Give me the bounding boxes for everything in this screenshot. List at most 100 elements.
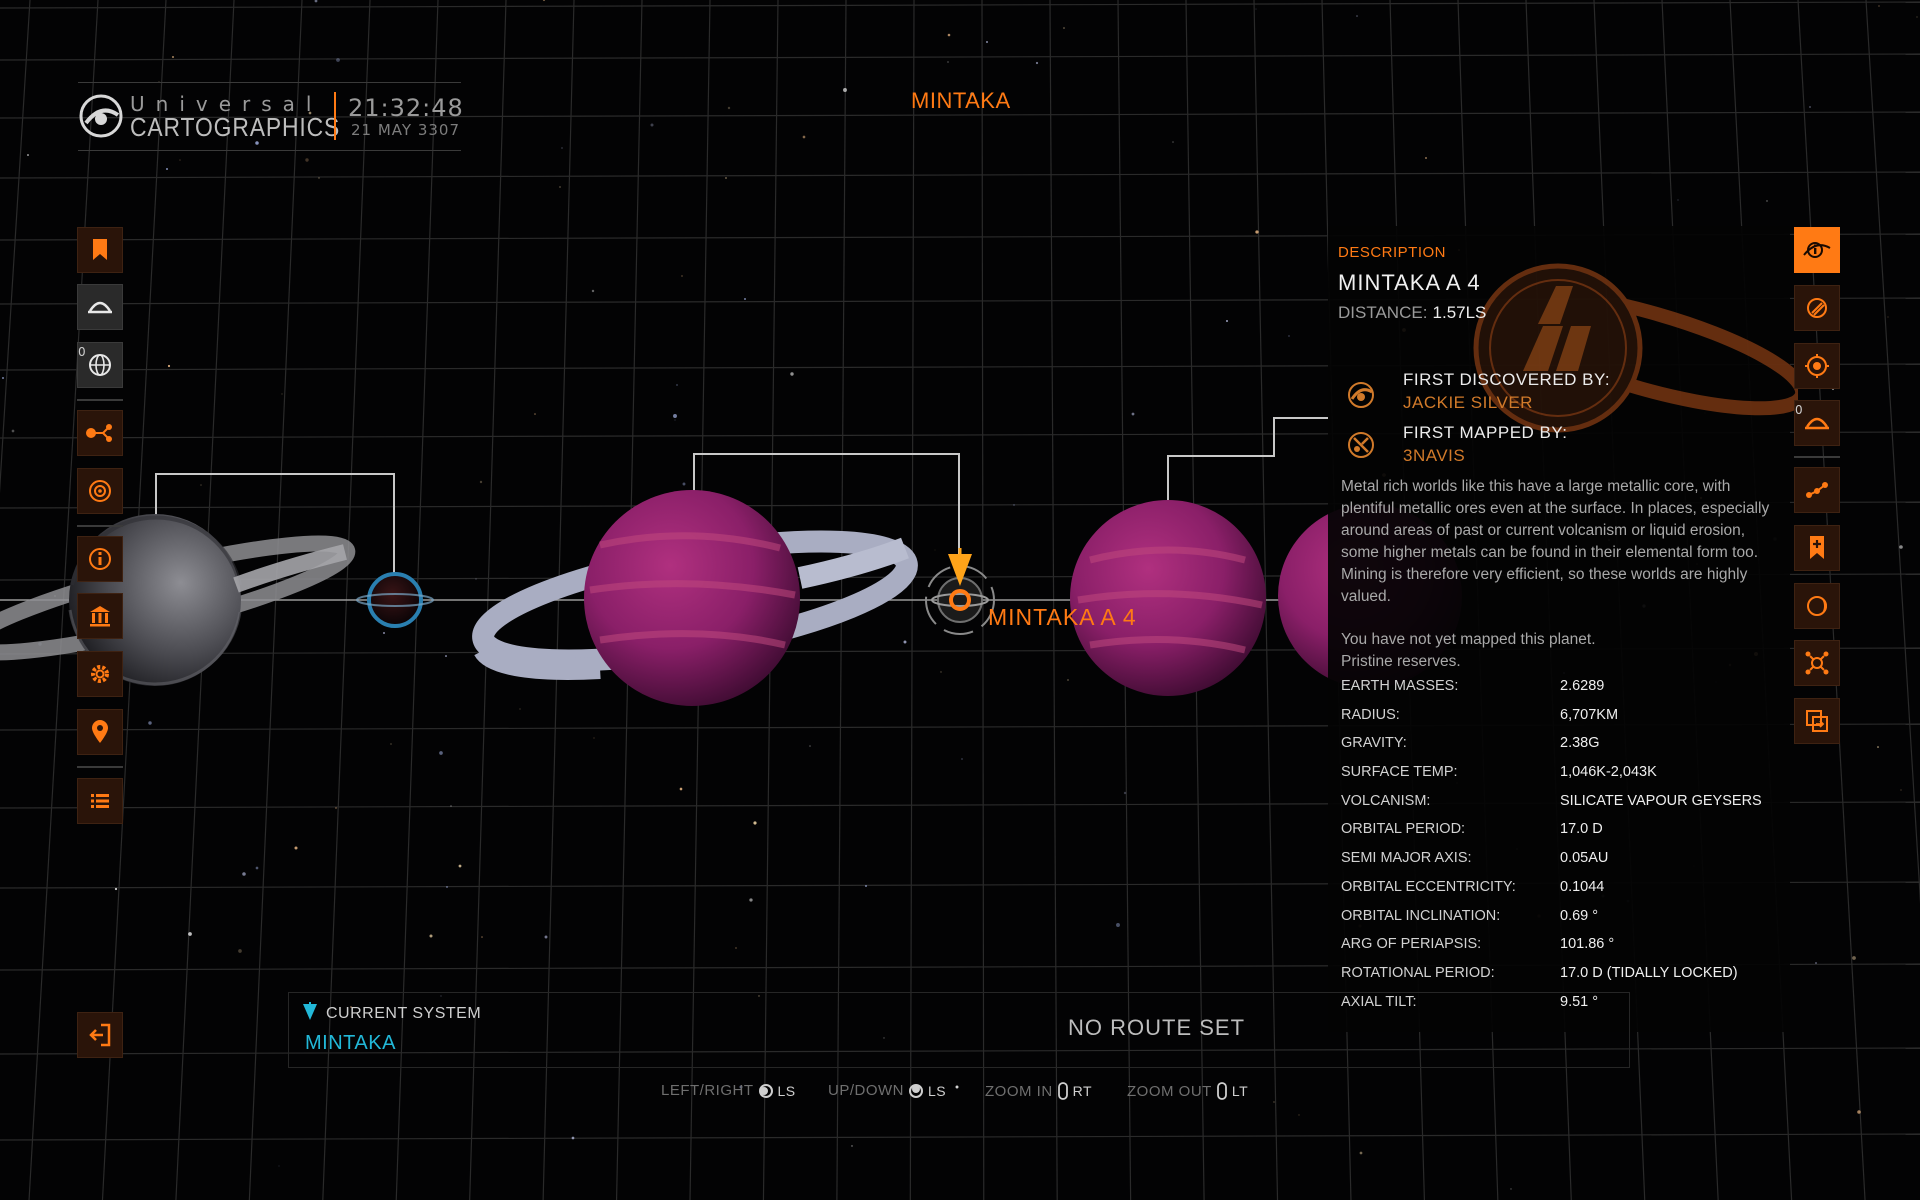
first-discovered-label: FIRST DISCOVERED BY: — [1403, 370, 1611, 389]
moon-icon — [1807, 596, 1827, 616]
control-key: LT — [1231, 1083, 1249, 1099]
rings-view-button[interactable] — [77, 284, 123, 330]
cargo-tab[interactable] — [1794, 285, 1840, 331]
stat-row: SURFACE TEMP: 1,046K-2,043K — [1341, 764, 1781, 793]
distance-row: DISTANCE: 1.57LS — [1338, 303, 1486, 323]
route-status: NO ROUTE SET — [1068, 1015, 1246, 1040]
control-hint-zoom-out: ZOOM OUT LT — [1127, 1082, 1248, 1100]
stat-value: 1,046K-2,043K — [1560, 764, 1657, 781]
selected-body-mintaka-a4[interactable] — [925, 548, 995, 635]
left-stick-icon — [909, 1083, 923, 1098]
stat-value: 0.1044 — [1560, 878, 1605, 895]
stat-value: 101.86 ° — [1560, 936, 1615, 953]
control-hint-left-right: LEFT/RIGHT LS — [661, 1082, 796, 1099]
header-rule-top — [78, 82, 461, 83]
stat-row: ROTATIONAL PERIOD: 17.0 D (TIDALLY LOCKED… — [1341, 965, 1781, 994]
list-button[interactable] — [77, 778, 123, 824]
galaxy-view-button[interactable] — [77, 468, 123, 514]
current-system-value[interactable]: MINTAKA — [305, 1032, 396, 1055]
mapped-icon — [1348, 432, 1374, 458]
stat-row: EARTH MASSES: 2.6289 — [1341, 678, 1781, 707]
stat-value: 2.6289 — [1560, 678, 1605, 694]
control-label: UP/DOWN — [828, 1082, 904, 1099]
game-clock: 21:32:48 — [348, 94, 464, 122]
body-description: Metal rich worlds like this have a large… — [1341, 478, 1770, 605]
bookmarks-button[interactable] — [77, 227, 123, 273]
cargo-icon — [1807, 298, 1827, 318]
stat-row: ARG OF PERIAPSIS: 101.86 ° — [1341, 936, 1781, 965]
right-nav-separator — [1794, 456, 1840, 458]
system-info-icon — [1803, 242, 1831, 258]
moon-tab[interactable] — [1794, 583, 1840, 629]
logo-line2: CARTOGRAPHICS — [130, 112, 341, 142]
settings-icon — [91, 665, 109, 683]
control-key: LS — [777, 1082, 796, 1099]
control-key: LS — [928, 1082, 947, 1099]
first-mapped-label: FIRST MAPPED BY: — [1403, 423, 1568, 442]
bookmark-icon — [93, 239, 107, 260]
stat-row: GRAVITY: 2.38G — [1341, 735, 1781, 764]
body-stats-table: EARTH MASSES: 2.6289 RADIUS: 6,707KM GRAVI… — [1341, 678, 1781, 1022]
selected-body-label[interactable]: MINTAKA A 4 — [988, 604, 1137, 631]
info-button[interactable] — [77, 536, 123, 582]
reserves-status-line: Pristine reserves. — [1341, 653, 1461, 670]
description-heading: DESCRIPTION — [1338, 244, 1447, 261]
current-system-label: CURRENT SYSTEM — [326, 1005, 482, 1022]
universal-cartographics-logo-icon — [79, 94, 123, 138]
stat-row: ORBITAL ECCENTRICITY: 0.1044 — [1341, 879, 1781, 908]
stat-value: 17.0 D (TIDALLY LOCKED) — [1560, 964, 1738, 981]
system-info-tab[interactable] — [1794, 227, 1840, 273]
swap-tab[interactable] — [1794, 698, 1840, 744]
header-divider — [334, 92, 336, 140]
stat-value: 17.0 D — [1560, 821, 1603, 838]
small-planet[interactable] — [356, 572, 434, 628]
stat-label: VOLCANISM: — [1341, 792, 1431, 809]
left-nav-separator — [77, 525, 123, 527]
route-button[interactable] — [77, 410, 123, 456]
control-label: LEFT/RIGHT — [661, 1082, 754, 1099]
left-nav-separator — [77, 399, 123, 401]
info-icon — [89, 548, 111, 570]
gas-giant-ringed[interactable] — [472, 490, 918, 706]
right-trigger-icon — [1057, 1082, 1068, 1100]
first-discovered-value: JACKIE SILVER — [1403, 393, 1533, 412]
route-tab[interactable] — [1794, 467, 1840, 513]
control-label: ZOOM OUT — [1127, 1082, 1212, 1100]
location-pin-icon — [92, 720, 108, 743]
swap-icon — [1806, 710, 1828, 732]
stat-row: ORBITAL INCLINATION: 0.69 ° — [1341, 908, 1781, 937]
first-mapped-value: 3NAVIS — [1403, 446, 1466, 465]
stat-label: EARTH MASSES: — [1341, 678, 1459, 694]
target-tab[interactable] — [1794, 343, 1840, 389]
distance-label: DISTANCE: — [1338, 303, 1428, 322]
stat-label: GRAVITY: — [1341, 735, 1407, 752]
stat-row: RADIUS: 6,707KM — [1341, 707, 1781, 736]
galaxy-icon — [89, 480, 111, 502]
stations-button[interactable] — [77, 593, 123, 639]
settings-button[interactable] — [77, 651, 123, 697]
route-icon — [1806, 482, 1828, 498]
scan-tab[interactable] — [1794, 640, 1840, 686]
station-icon — [90, 606, 110, 627]
exit-icon — [89, 1023, 111, 1047]
stat-row: ORBITAL PERIOD: 17.0 D — [1341, 821, 1781, 850]
bookmark-add-tab[interactable] — [1794, 525, 1840, 571]
exit-button[interactable] — [77, 1012, 123, 1058]
gas-giant-magenta[interactable] — [1070, 500, 1266, 696]
control-hint-zoom-in: ZOOM IN RT — [985, 1082, 1092, 1100]
route-icon — [86, 424, 112, 442]
control-hint-up-down: UP/DOWN LS — [828, 1082, 946, 1099]
stat-label: ORBITAL ECCENTRICITY: — [1341, 878, 1516, 895]
stat-label: ROTATIONAL PERIOD: — [1341, 964, 1495, 981]
discovered-icon — [1348, 382, 1374, 408]
control-key: RT — [1072, 1083, 1093, 1099]
bottom-status-bar — [288, 992, 1630, 1068]
bookmark-add-icon — [1810, 536, 1824, 559]
current-system-marker-icon — [303, 1002, 317, 1020]
list-icon — [91, 794, 109, 808]
left-nav-badge: 0 — [78, 345, 86, 359]
galaxy-map-stage[interactable]: Universal CARTOGRAPHICS 21:32:48 21 MAY … — [0, 0, 1920, 1200]
stat-value: SILICATE VAPOUR GEYSERS — [1560, 792, 1762, 809]
location-button[interactable] — [77, 709, 123, 755]
stat-label: SEMI MAJOR AXIS: — [1341, 850, 1472, 867]
